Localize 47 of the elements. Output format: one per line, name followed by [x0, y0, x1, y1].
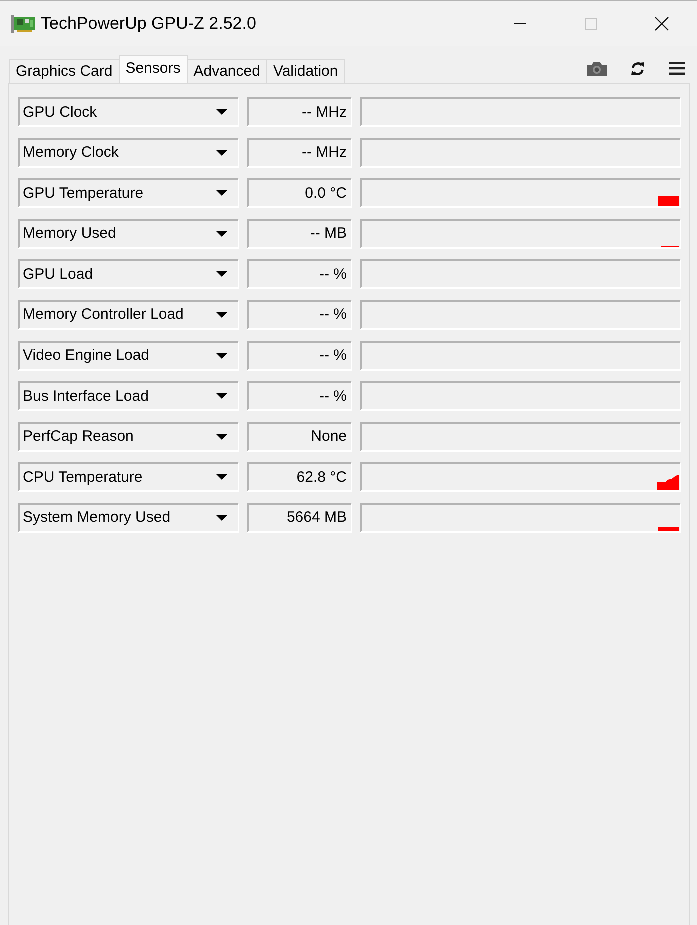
sensor-reading: 62.8 °C: [247, 462, 352, 492]
sensor-reading: None: [247, 422, 352, 452]
caret-icon: [216, 434, 228, 440]
sensor-dropdown[interactable]: System Memory Used: [18, 502, 239, 533]
sensor-dropdown[interactable]: GPU Temperature: [18, 178, 239, 208]
caret-icon: [216, 514, 228, 521]
caret-icon: [216, 271, 228, 278]
caret-icon: [216, 312, 228, 318]
sensor-dropdown[interactable]: Bus Interface Load: [18, 381, 239, 412]
sensor-dropdown[interactable]: Video Engine Load: [18, 340, 239, 371]
graph-trace: [657, 475, 679, 490]
graph-trace: [658, 526, 679, 531]
window-title: TechPowerUp GPU-Z 2.52.0: [41, 14, 256, 34]
caret-icon: [216, 190, 228, 196]
graph-trace: [658, 196, 679, 206]
menu-icon[interactable]: [669, 62, 685, 75]
tab[interactable]: Sensors: [118, 55, 188, 83]
sensor-dropdown[interactable]: Memory Controller Load: [18, 300, 239, 330]
camera-icon[interactable]: [587, 62, 607, 76]
sensor-reading: 0.0 °C: [247, 178, 352, 208]
graphics-card-icon: [11, 14, 35, 32]
caret-icon: [216, 474, 228, 480]
caret-icon: [216, 109, 228, 115]
sensor-dropdown[interactable]: PerfCap Reason: [18, 422, 239, 452]
sensor-reading: -- MHz: [247, 138, 352, 168]
close-icon: [654, 16, 668, 30]
maximize-icon: [584, 18, 596, 30]
caret-icon: [216, 352, 228, 359]
caret-icon: [216, 230, 228, 237]
minimize-icon: [514, 23, 526, 24]
caret-icon: [216, 393, 228, 400]
refresh-icon[interactable]: [631, 62, 645, 76]
sensor-reading: -- %: [247, 340, 352, 371]
sensor-dropdown[interactable]: Memory Clock: [18, 138, 239, 168]
sensor-reading: -- %: [247, 300, 352, 330]
sensor-dropdown[interactable]: GPU Load: [18, 259, 239, 290]
caret-icon: [216, 150, 228, 156]
sensor-reading: -- %: [247, 381, 352, 412]
sensor-dropdown[interactable]: Memory Used: [18, 218, 239, 249]
sensor-reading: -- %: [247, 259, 352, 290]
sensor-reading: -- MHz: [247, 97, 352, 127]
sensor-dropdown[interactable]: GPU Clock: [18, 97, 239, 127]
sensor-reading: -- MB: [247, 218, 352, 249]
sensor-dropdown[interactable]: CPU Temperature: [18, 462, 239, 492]
sensor-reading: 5664 MB: [247, 502, 352, 533]
tab[interactable]: Validation: [266, 59, 346, 83]
tab[interactable]: Graphics Card: [9, 59, 120, 83]
